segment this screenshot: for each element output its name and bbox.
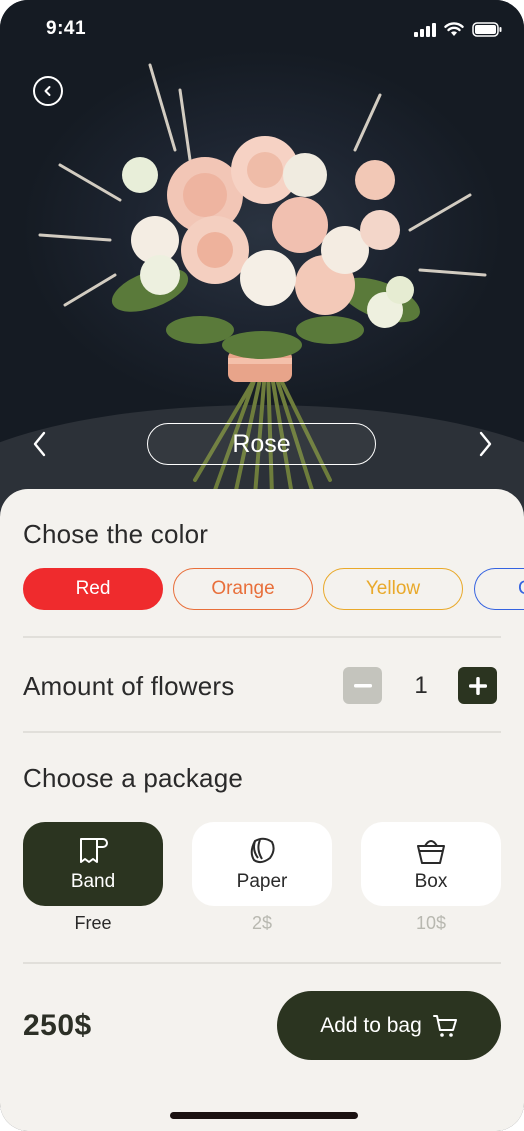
package-price: 10$ <box>415 913 447 933</box>
package-label: Band <box>70 870 116 892</box>
add-to-bag-button[interactable]: Add to bag <box>277 991 501 1060</box>
product-photo: 9:41 Rose <box>0 0 524 520</box>
color-option-partial[interactable]: C <box>474 568 524 610</box>
increase-quantity-button[interactable] <box>458 667 497 704</box>
battery-icon <box>472 22 502 37</box>
home-indicator <box>170 1112 358 1119</box>
divider <box>23 962 501 964</box>
status-icons <box>414 22 502 37</box>
chevron-left-icon <box>44 86 51 96</box>
color-section-title: Chose the color <box>23 519 209 549</box>
cart-icon <box>432 1014 457 1037</box>
total-price: 250$ <box>23 1009 92 1042</box>
color-option-orange[interactable]: Orange <box>173 568 313 610</box>
back-button[interactable] <box>33 76 63 106</box>
previous-image-arrow[interactable] <box>30 430 50 458</box>
package-option-box[interactable]: Box <box>361 822 501 906</box>
minus-icon <box>353 683 372 687</box>
add-to-bag-label: Add to bag <box>320 1013 422 1037</box>
decrease-quantity-button[interactable] <box>343 667 382 704</box>
phone-screen: 9:41 Rose Chose the color Red Orange Yel… <box>0 0 524 1131</box>
status-bar: 9:41 <box>0 0 524 60</box>
color-option-red[interactable]: Red <box>23 568 163 610</box>
wifi-icon <box>444 22 464 36</box>
divider <box>23 731 501 733</box>
package-label: Box <box>414 870 448 892</box>
signal-icon <box>414 22 436 37</box>
quantity-value: 1 <box>414 672 428 699</box>
status-time: 9:41 <box>46 18 87 39</box>
package-option-paper[interactable]: Paper <box>192 822 332 906</box>
divider <box>23 636 501 638</box>
amount-section-title: Amount of flowers <box>23 671 235 701</box>
color-option-yellow[interactable]: Yellow <box>323 568 463 610</box>
product-options-sheet: Chose the color Red Orange Yellow C Amou… <box>0 489 524 1131</box>
box-icon <box>417 839 445 864</box>
package-price: 2$ <box>251 913 273 933</box>
paper-icon <box>250 837 275 863</box>
plus-icon <box>468 676 487 695</box>
package-option-band[interactable]: Band <box>23 822 163 906</box>
next-image-arrow[interactable] <box>475 430 495 458</box>
product-name: Rose <box>147 423 376 465</box>
band-icon <box>80 837 108 863</box>
package-section-title: Choose a package <box>23 763 244 793</box>
package-price: Free <box>74 913 112 933</box>
package-label: Paper <box>236 870 288 892</box>
